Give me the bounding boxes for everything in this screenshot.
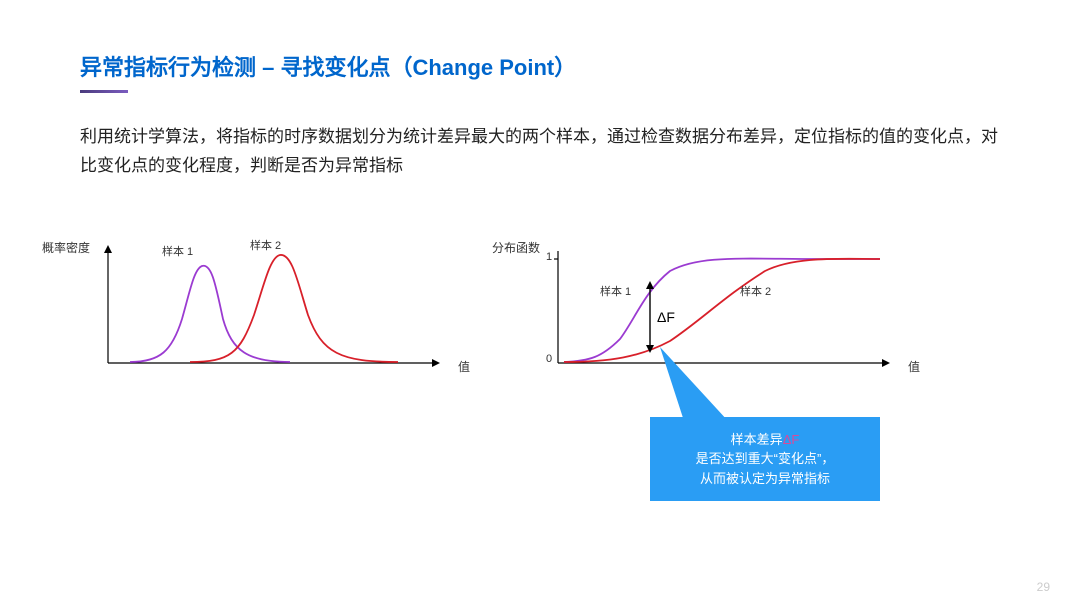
pdf-y-axis-label: 概率密度: [42, 239, 90, 256]
cdf-chart: 分布函数 值 1 0 样本 1 样本 2 ΔF: [540, 241, 900, 381]
cdf-tick-0: 0: [546, 353, 552, 365]
callout-box: 样本差异ΔF 是否达到重大“变化点”， 从而被认定为异常指标: [650, 417, 880, 502]
cdf-sample1-label: 样本 1: [600, 283, 631, 299]
title-underline: [80, 90, 128, 93]
pdf-chart: 概率密度 值 样本 1 样本 2: [90, 241, 450, 381]
callout-line1-prefix: 样本差异: [731, 432, 783, 447]
cdf-delta-label: ΔF: [657, 309, 675, 325]
slide-content: 异常指标行为检测 – 寻找变化点（Change Point） 利用统计学算法，将…: [0, 0, 1080, 608]
callout-line1: 样本差异ΔF: [661, 430, 869, 450]
cdf-tick-1: 1: [546, 251, 552, 263]
charts-row: 概率密度 值 样本 1 样本 2 分布函数 值 1 0 样本 1 样本: [90, 241, 1000, 381]
callout-line2: 是否达到重大“变化点”，: [661, 449, 869, 469]
pdf-sample2-label: 样本 2: [250, 237, 281, 253]
pdf-svg: [90, 241, 450, 381]
pdf-sample1-label: 样本 1: [162, 243, 193, 259]
page-number: 29: [1037, 580, 1050, 594]
cdf-y-axis-label: 分布函数: [492, 239, 540, 256]
cdf-x-axis-label: 值: [908, 358, 920, 375]
slide-description: 利用统计学算法，将指标的时序数据划分为统计差异最大的两个样本，通过检查数据分布差…: [80, 123, 1000, 181]
callout-delta-f: ΔF: [783, 432, 800, 447]
slide-title: 异常指标行为检测 – 寻找变化点（Change Point）: [80, 50, 1000, 82]
cdf-sample2-label: 样本 2: [740, 283, 771, 299]
callout-line3: 从而被认定为异常指标: [661, 469, 869, 489]
pdf-x-axis-label: 值: [458, 358, 470, 375]
